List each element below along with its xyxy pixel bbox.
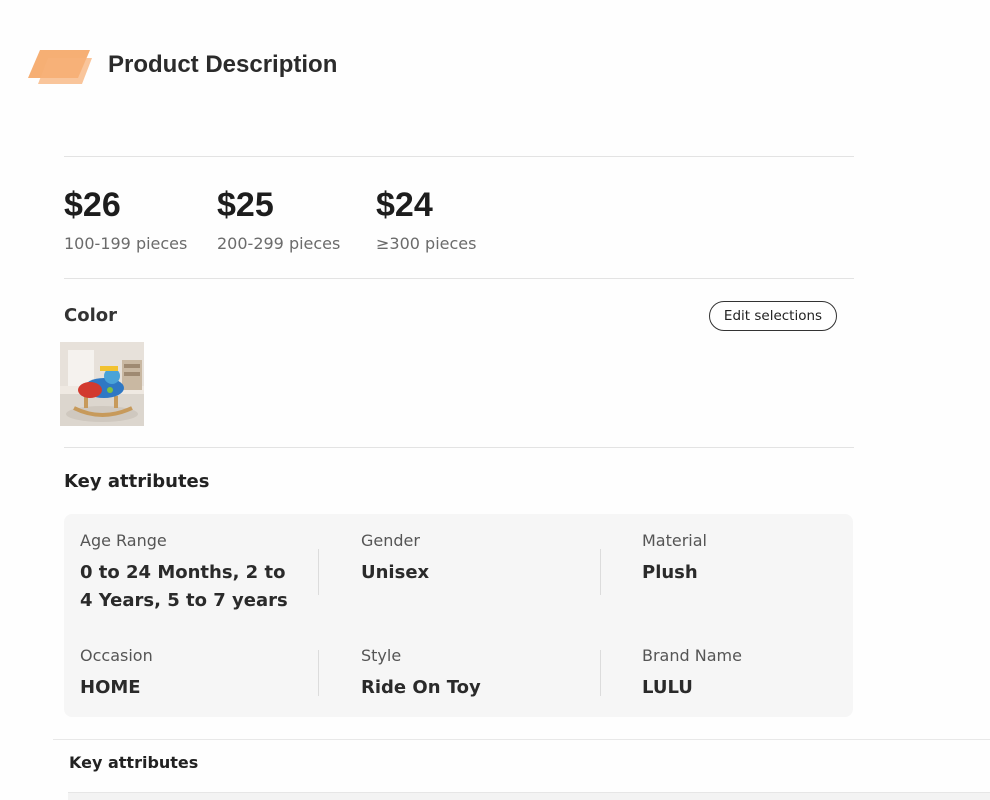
attribute-value: LULU [642,677,693,698]
attribute-label: Brand Name [642,646,742,665]
attribute-label: Style [361,646,402,665]
secondary-key-attributes-title: Key attributes [69,753,199,772]
price-tier: $24 ≥300 pieces [376,186,476,253]
secondary-attributes-panel-edge [68,792,990,800]
divider [64,278,854,279]
product-description-page: Product Description $26 100-199 pieces $… [0,0,990,800]
attribute-label: Material [642,531,707,550]
attribute-label: Gender [361,531,420,550]
key-attributes-panel: Age Range 0 to 24 Months, 2 to 4 Years, … [64,514,853,717]
attribute-item: Occasion HOME [80,646,290,702]
color-swatch-rocking-plane-toy-image[interactable] [60,342,144,426]
price-tier: $26 100-199 pieces [64,186,187,253]
price-tier: $25 200-299 pieces [217,186,340,253]
price-value: $26 [64,186,121,224]
column-separator [600,549,601,595]
column-separator [318,650,319,696]
attribute-item: Material Plush [642,531,842,587]
key-attributes-title: Key attributes [64,471,210,492]
attribute-item: Gender Unisex [361,531,571,587]
price-quantity-range: ≥300 pieces [376,234,477,253]
attribute-item: Brand Name LULU [642,646,842,702]
attribute-value: Ride On Toy [361,677,481,698]
attribute-value: Unisex [361,562,430,583]
attribute-item: Age Range 0 to 24 Months, 2 to 4 Years, … [80,531,290,615]
divider [53,739,990,740]
page-title: Product Description [108,51,338,78]
attribute-label: Occasion [80,646,153,665]
price-value: $24 [376,186,433,224]
attribute-label: Age Range [80,531,167,550]
price-quantity-range: 200-299 pieces [217,234,341,253]
column-separator [318,549,319,595]
divider [64,156,854,157]
attribute-value: HOME [80,677,141,698]
attribute-value: Plush [642,562,698,583]
divider [64,447,854,448]
attribute-value: 0 to 24 Months, 2 to 4 Years, 5 to 7 yea… [80,562,288,611]
price-quantity-range: 100-199 pieces [64,234,188,253]
brand-logo-icon [28,50,92,84]
attribute-item: Style Ride On Toy [361,646,571,702]
edit-selections-button[interactable]: Edit selections [709,301,837,331]
column-separator [600,650,601,696]
color-label: Color [64,305,117,326]
price-value: $25 [217,186,274,224]
